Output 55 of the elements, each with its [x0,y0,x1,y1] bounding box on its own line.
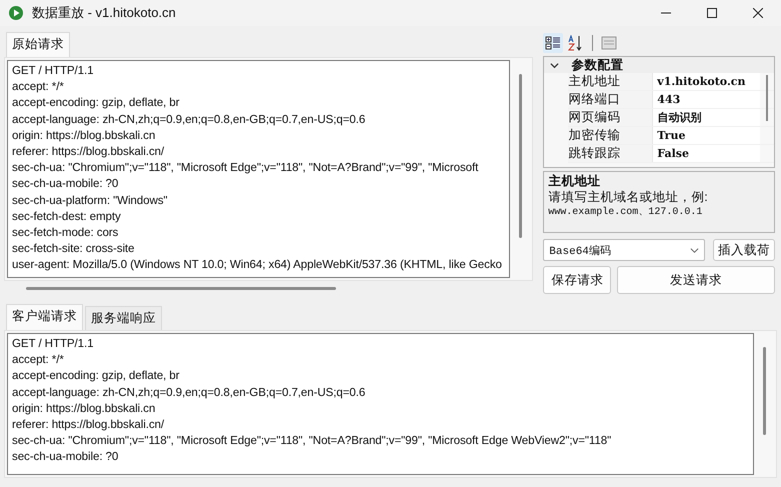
tab[interactable]: 原始请求 [6,32,70,57]
close-icon[interactable] [753,8,763,18]
property-name[interactable]: 跳转跟踪 [568,145,654,162]
scrollbar[interactable] [763,347,766,435]
encoding-dropdown[interactable]: Base64编码 [543,239,705,261]
description-text: 请填写主机域名或地址，例: [548,190,709,204]
request-line: sec-fetch-site: cross-site [12,241,136,258]
insert-payload-button[interactable]: 插入载荷 [713,239,775,261]
request-line: sec-ch-ua-mobile: ?0 [12,449,120,466]
save-request-button[interactable]: 保存请求 [543,266,612,294]
request-line: accept: */* [12,352,65,368]
send-request-button[interactable]: 发送请求 [617,266,775,294]
request-line: GET / HTTP/1.1 [12,336,94,352]
request-line: referer: https://blog.bbskali.cn/ [12,417,166,434]
request-editor[interactable] [7,333,754,475]
property-value[interactable]: 自动识别 [653,109,760,126]
request-line: sec-ch-ua-mobile: ?0 [12,176,120,192]
tab[interactable]: 客户端请求 [6,304,83,330]
request-line: accept: */* [12,79,65,96]
request-line: referer: https://blog.bbskali.cn/ [12,144,166,160]
property-value[interactable]: True [653,127,760,144]
chevron-down-icon [690,246,699,254]
chevron-down-icon[interactable] [550,60,560,70]
request-editor[interactable] [7,60,510,278]
property-name[interactable]: 网络端口 [568,91,654,108]
property-name[interactable]: 网页编码 [568,109,654,126]
property-name[interactable]: 加密传输 [568,127,654,144]
scrollbar[interactable] [26,287,336,290]
request-line: sec-fetch-mode: cors [12,225,120,242]
request-line: GET / HTTP/1.1 [12,63,94,79]
property-value[interactable]: 443 [653,91,760,108]
request-line: sec-fetch-dest: empty [12,208,122,225]
tab[interactable]: 服务端响应 [85,306,162,330]
scrollbar[interactable] [519,74,522,238]
request-line: sec-ch-ua: "Chromium";v="118", "Microsoft Edge";v="118", "Not=A?Brand";v="99", "Microsoft [12,160,480,176]
property-value[interactable]: v1.hitokoto.cn [653,73,760,90]
categorized-view-button[interactable] [543,33,564,53]
window-title: 数据重放 - v1.hitokoto.cn [32,4,176,22]
property-name[interactable]: 主机地址 [568,73,654,90]
scrollbar[interactable] [766,75,768,121]
category-label: 参数配置 [571,57,624,74]
request-line: sec-ch-ua: "Chromium";v="118", "Microsoft Edge";v="118", "Not=A?Brand";v="99", "Microsoft Edge WebView2";v="118" [12,433,612,450]
property-value[interactable]: False [653,145,760,162]
request-line: accept-encoding: gzip, deflate, br [12,368,180,384]
request-line: user-agent: Mozilla/5.0 (Windows NT 10.0; Win64; x64) AppleWebKit/537.36 (KHTML, like Gecko [12,257,503,274]
request-line: sec-ch-ua-platform: "Windows" [12,192,168,209]
description-title: 主机地址 [548,173,602,190]
request-line: accept-language: zh-CN,zh;q=0.9,en;q=0.8,en-GB;q=0.7,en-US;q=0.6 [12,112,366,128]
request-line: origin: https://blog.bbskali.cn [12,400,156,417]
request-line: origin: https://blog.bbskali.cn [12,128,156,144]
description-example: www.example.com、127.0.0.1 [548,206,704,218]
request-line: accept-encoding: gzip, deflate, br [12,95,180,112]
maximize-icon[interactable] [707,8,717,18]
request-line: accept-language: zh-CN,zh;q=0.9,en;q=0.8,en-GB;q=0.7,en-US;q=0.6 [12,384,366,401]
app-icon [8,5,24,21]
